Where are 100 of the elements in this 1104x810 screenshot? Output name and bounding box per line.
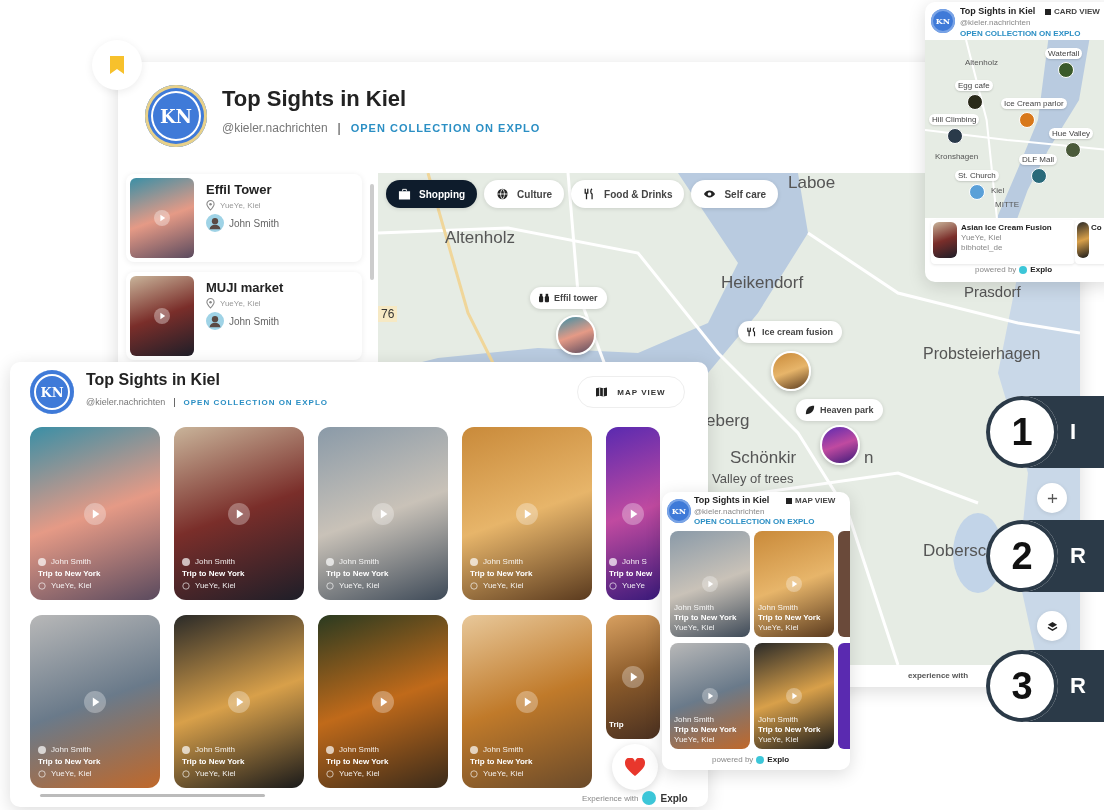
video-title: Trip to New York bbox=[758, 725, 821, 734]
video-card[interactable]: John Smith Trip to New York YueYe, Kiel bbox=[30, 615, 160, 788]
open-collection-link[interactable]: OPEN COLLECTION ON EXPLO bbox=[960, 29, 1081, 38]
collection-title: Top Sights in Kiel bbox=[694, 495, 770, 505]
scrollbar[interactable] bbox=[370, 184, 374, 280]
author-name: John Smith bbox=[758, 603, 800, 612]
map-place-label[interactable]: Heaven park bbox=[796, 399, 883, 421]
step-label: R bbox=[1070, 543, 1086, 569]
map-place-name: Laboe bbox=[788, 173, 836, 193]
place-card[interactable]: Co bbox=[1075, 220, 1104, 264]
play-icon bbox=[84, 502, 106, 525]
video-card[interactable]: John Smith Trip to New York YueYe, Kiel bbox=[318, 615, 448, 788]
video-title: Trip bbox=[609, 720, 624, 729]
step-number: 2 bbox=[986, 520, 1058, 592]
map-place-label[interactable]: Hill Climbing bbox=[929, 114, 980, 125]
place-location: YueYe, Kiel bbox=[220, 201, 261, 210]
video-location: YueYe, Kiel bbox=[195, 769, 236, 778]
place-card[interactable]: Asian Ice Cream Fusion YueYe, Kiel bibhotel_de bbox=[931, 220, 1075, 264]
author-name: John Smith bbox=[674, 715, 716, 724]
category-chip[interactable]: Culture bbox=[484, 180, 565, 208]
card-icon bbox=[1045, 8, 1051, 15]
cutlery-icon bbox=[747, 327, 757, 337]
video-card[interactable]: Trip bbox=[606, 615, 660, 739]
map-place-label[interactable]: Effil tower bbox=[530, 287, 607, 309]
open-collection-link[interactable]: OPEN COLLECTION ON EXPLO bbox=[183, 397, 328, 407]
map-place-label[interactable]: Hue Valley bbox=[1049, 128, 1094, 139]
video-card[interactable]: John Smith Trip to New York YueYe, Kiel bbox=[754, 531, 834, 637]
map-place-name: n bbox=[864, 448, 874, 468]
user-avatar-icon bbox=[206, 312, 224, 330]
video-card[interactable]: John Smith Trip to New York YueYe, Kiel bbox=[30, 427, 160, 600]
like-button[interactable] bbox=[612, 744, 658, 790]
place-location: YueYe, Kiel bbox=[961, 233, 1003, 242]
map-place-label[interactable]: Egg cafe bbox=[955, 80, 993, 91]
map-place-label[interactable]: DLF Mall bbox=[1019, 154, 1057, 165]
place-card[interactable]: MUJI market YueYe, Kiel John Smith bbox=[126, 272, 362, 360]
video-card[interactable]: John Smith Trip to New York YueYe, Kiel bbox=[462, 615, 592, 788]
powered-by-text: powered by bbox=[712, 755, 754, 764]
map-place-name: Schönkir bbox=[730, 448, 797, 468]
play-icon bbox=[786, 688, 802, 704]
place-name: MUJI market bbox=[206, 280, 284, 295]
account-handle: @kieler.nachrichten bbox=[960, 18, 1031, 27]
account-handle: @kieler.nachrichten bbox=[694, 507, 765, 516]
powered-by-text: powered by bbox=[975, 265, 1017, 274]
place-card[interactable]: Effil Tower YueYe, Kiel John Smith bbox=[126, 174, 362, 262]
open-collection-link[interactable]: OPEN COLLECTION ON EXPLO bbox=[694, 517, 815, 526]
author-name: John Smith bbox=[229, 315, 280, 327]
author-name: John Smith bbox=[674, 603, 716, 612]
map-view-button[interactable]: MAP VIEW bbox=[577, 376, 685, 408]
map-place-label[interactable]: Ice Cream parlor bbox=[1001, 98, 1067, 109]
video-title: Trip to New York bbox=[758, 613, 821, 622]
author-name: John Smith bbox=[195, 745, 236, 754]
author-name: John Smith bbox=[483, 557, 524, 566]
video-card[interactable]: John Smith Trip to New York YueYe, Kiel bbox=[174, 427, 304, 600]
map-place-label[interactable]: Waterfall bbox=[1045, 48, 1083, 59]
map-place-name: Altenholz bbox=[445, 228, 515, 248]
user-avatar-icon bbox=[326, 557, 334, 566]
place-name: Effil Tower bbox=[206, 182, 273, 197]
video-card[interactable]: John Smith Trip to New York YueYe, Kiel bbox=[462, 427, 592, 600]
map-place-name: Heikendorf bbox=[721, 273, 804, 293]
play-icon bbox=[786, 576, 802, 592]
video-location: YueYe, Kiel bbox=[483, 581, 524, 590]
category-chip[interactable]: Self care bbox=[691, 180, 779, 208]
video-title: Trip to New York bbox=[470, 569, 533, 578]
video-card[interactable]: John S Trip to New YueYe bbox=[606, 427, 660, 600]
play-icon bbox=[622, 502, 644, 525]
map-place-label[interactable]: St. Church bbox=[955, 170, 999, 181]
map-place-name: Kronshagen bbox=[935, 152, 979, 161]
category-chip[interactable]: Shopping bbox=[386, 180, 478, 208]
video-card[interactable]: John Smith Trip to New York YueYe, Kiel bbox=[174, 615, 304, 788]
scrollbar[interactable] bbox=[40, 794, 265, 797]
user-avatar-icon bbox=[470, 557, 478, 566]
photo-placeholder bbox=[933, 222, 957, 258]
kn-logo: KN bbox=[667, 499, 691, 523]
play-icon bbox=[516, 502, 538, 525]
video-title: Trip to New York bbox=[38, 757, 101, 766]
map-place-label[interactable]: Ice cream fusion bbox=[738, 321, 843, 343]
video-title: Trip to New bbox=[609, 569, 653, 578]
category-chip[interactable]: Food & Drinks bbox=[571, 180, 685, 208]
author-name: John Smith bbox=[195, 557, 236, 566]
video-title: Trip to New York bbox=[182, 569, 245, 578]
leaf-icon bbox=[805, 405, 815, 415]
map-place-name: Probsteierhagen bbox=[923, 345, 1041, 363]
heart-icon bbox=[625, 758, 645, 776]
footer-text: experience with bbox=[908, 671, 969, 680]
play-icon bbox=[84, 690, 106, 713]
video-card[interactable]: John Smith Trip to New York YueYe, Kiel bbox=[670, 531, 750, 637]
video-card[interactable]: John Smith Trip to New York YueYe, Kiel bbox=[754, 643, 834, 749]
author-name: John Smith bbox=[339, 745, 380, 754]
user-avatar-icon bbox=[326, 745, 334, 754]
binoculars-icon bbox=[539, 293, 549, 303]
plus-icon bbox=[1046, 492, 1058, 504]
kn-logo: KN bbox=[30, 370, 74, 414]
layers-icon bbox=[1046, 620, 1058, 632]
video-title: Trip to New York bbox=[470, 757, 533, 766]
video-title: Trip to New York bbox=[326, 569, 389, 578]
globe-icon bbox=[496, 188, 510, 200]
open-collection-link[interactable]: OPEN COLLECTION ON EXPLO bbox=[350, 122, 541, 134]
account-handle: @kieler.nachrichten bbox=[86, 397, 166, 407]
video-card[interactable]: John Smith Trip to New York YueYe, Kiel bbox=[670, 643, 750, 749]
video-card[interactable]: John Smith Trip to New York YueYe, Kiel bbox=[318, 427, 448, 600]
